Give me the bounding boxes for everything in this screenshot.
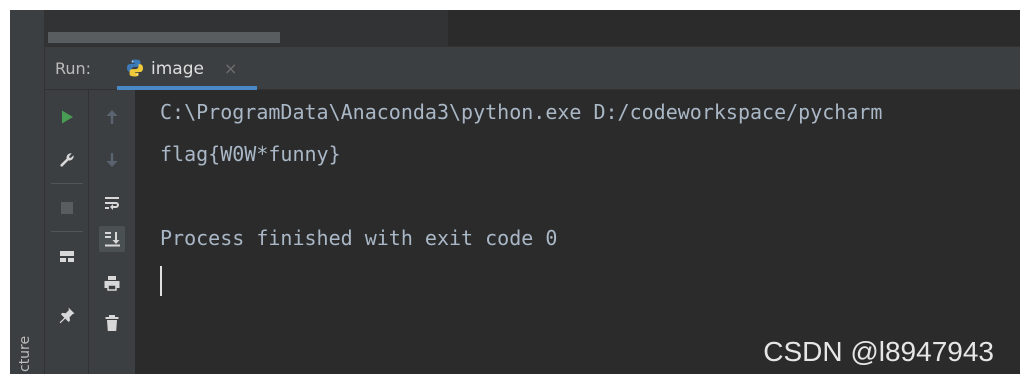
structure-strip-label[interactable]: cture xyxy=(17,326,37,372)
run-icon[interactable] xyxy=(54,104,80,130)
text-caret xyxy=(160,266,162,296)
editor-area xyxy=(45,10,1020,46)
console-line-exit-status: Process finished with exit code 0 xyxy=(160,226,558,250)
console-line-command: C:\ProgramData\Anaconda3\python.exe D:/c… xyxy=(160,100,883,124)
horizontal-scrollbar-thumb[interactable] xyxy=(48,32,280,43)
run-toolbar-primary xyxy=(45,90,89,374)
run-tool-window-header: Run: image × xyxy=(45,46,1020,90)
python-icon xyxy=(125,58,145,78)
scroll-to-end-icon[interactable] xyxy=(99,226,125,252)
toolbar-separator xyxy=(51,183,83,184)
run-tab-title[interactable]: image xyxy=(151,59,204,79)
run-label: Run: xyxy=(55,59,92,78)
csdn-watermark: CSDN @l8947943 xyxy=(763,336,994,367)
pin-icon[interactable] xyxy=(54,302,80,328)
pycharm-run-window: cture Run: image × C:\ProgramData\Anacon… xyxy=(0,0,1020,374)
run-toolbar-secondary xyxy=(89,90,136,374)
print-icon[interactable] xyxy=(99,270,125,296)
layout-icon[interactable] xyxy=(54,243,80,269)
trash-icon[interactable] xyxy=(99,310,125,336)
stop-icon[interactable] xyxy=(54,195,80,221)
up-arrow-icon[interactable] xyxy=(99,104,125,130)
down-arrow-icon[interactable] xyxy=(99,147,125,173)
close-icon[interactable]: × xyxy=(224,59,237,78)
soft-wrap-icon[interactable] xyxy=(99,190,125,216)
console-line-flag: flag{W0W*funny} xyxy=(160,142,341,166)
run-tab-image[interactable]: image × xyxy=(117,47,257,90)
console-output[interactable]: C:\ProgramData\Anaconda3\python.exe D:/c… xyxy=(136,90,1020,374)
editor-gutter xyxy=(448,10,1020,46)
structure-tool-strip[interactable]: cture xyxy=(10,10,45,374)
toolbar-separator xyxy=(51,231,83,232)
wrench-icon[interactable] xyxy=(54,147,80,173)
